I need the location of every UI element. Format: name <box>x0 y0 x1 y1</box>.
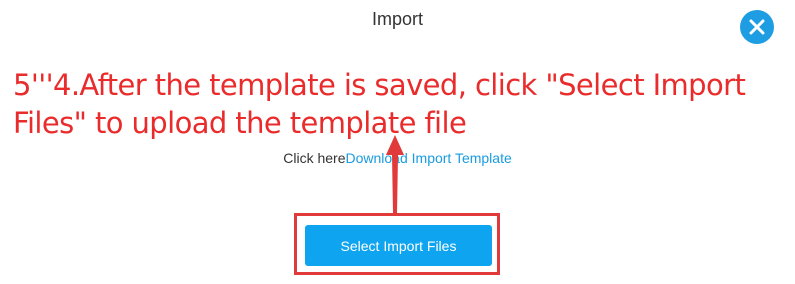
close-icon <box>749 19 765 35</box>
instruction-annotation: 5'''4.After the template is saved, click… <box>13 68 746 140</box>
arrow-annotation-icon <box>386 135 404 213</box>
download-template-link[interactable]: Download Import Template <box>345 150 511 166</box>
import-dialog: Import 5'''4.After the template is saved… <box>0 0 795 284</box>
dialog-title: Import <box>371 9 423 29</box>
close-button[interactable] <box>740 10 774 44</box>
select-import-files-button[interactable]: Select Import Files <box>305 225 492 266</box>
download-prefix-text: Click here <box>283 150 346 166</box>
